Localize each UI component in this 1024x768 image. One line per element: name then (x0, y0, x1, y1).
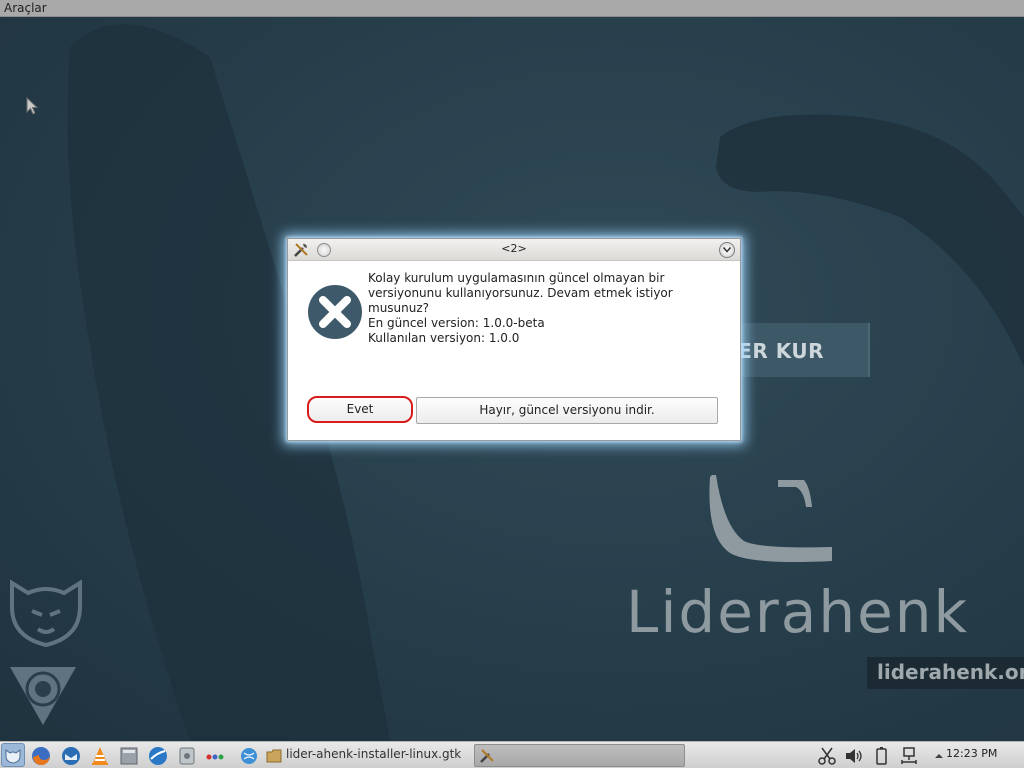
brand-url-text: liderahenk.org. (877, 660, 1024, 684)
error-x-icon (308, 285, 362, 339)
tools-icon (480, 749, 494, 763)
brand-logo-text: Liderahenk (626, 578, 970, 646)
network-icon[interactable] (898, 745, 920, 767)
scissors-icon[interactable] (816, 745, 838, 767)
message-line: Kolay kurulum uygulamasının güncel olmay… (368, 271, 665, 285)
chevron-down-icon (723, 247, 731, 253)
window-menu-button[interactable] (719, 242, 735, 258)
start-menu-button[interactable] (1, 743, 25, 767)
message-line: musunuz? (368, 301, 430, 315)
start-menu-icon (5, 749, 21, 764)
task-active-dialog[interactable] (474, 744, 685, 767)
task-label: lider-ahenk-installer-linux.gtk (286, 747, 462, 761)
version-warning-dialog: <2> Kolay kurulum uygulamasının güncel o… (287, 238, 741, 441)
tools-menu[interactable]: Araçlar (4, 0, 47, 16)
taskbar: lider-ahenk-installer-linux.gtk 12:23 PM (0, 741, 1024, 768)
download-update-button[interactable]: Hayır, güncel versiyonu indir. (416, 397, 718, 424)
thunderbird-icon[interactable] (60, 745, 82, 767)
dialog-title: <2> (501, 242, 527, 255)
mouse-cursor-icon (26, 97, 38, 115)
message-line: Kullanılan versiyon: 1.0.0 (368, 331, 520, 345)
files-icon[interactable] (118, 745, 140, 767)
dialog-message: Kolay kurulum uygulamasının güncel olmay… (368, 271, 708, 346)
settings-icon[interactable] (176, 745, 198, 767)
battery-icon[interactable] (870, 745, 892, 767)
message-line: versiyonunu kullanıyorsunuz. Devam etmek… (368, 286, 673, 300)
dialog-titlebar[interactable]: <2> (288, 239, 740, 261)
vlc-icon[interactable] (89, 745, 111, 767)
brand-url-badge: liderahenk.org. (867, 657, 1024, 689)
top-menubar: Araçlar (0, 0, 1024, 17)
task-installer-folder[interactable]: lider-ahenk-installer-linux.gtk (266, 745, 469, 766)
yes-button[interactable]: Evet (307, 396, 413, 423)
network-globe-icon[interactable] (238, 745, 260, 767)
folder-icon (266, 749, 282, 763)
clock[interactable]: 12:23 PM (946, 747, 997, 760)
volume-icon[interactable] (843, 745, 865, 767)
firefox-icon[interactable] (30, 745, 52, 767)
message-line: En güncel version: 1.0.0-beta (368, 316, 545, 330)
browser-icon[interactable] (147, 745, 169, 767)
dots-icon[interactable] (204, 745, 226, 767)
